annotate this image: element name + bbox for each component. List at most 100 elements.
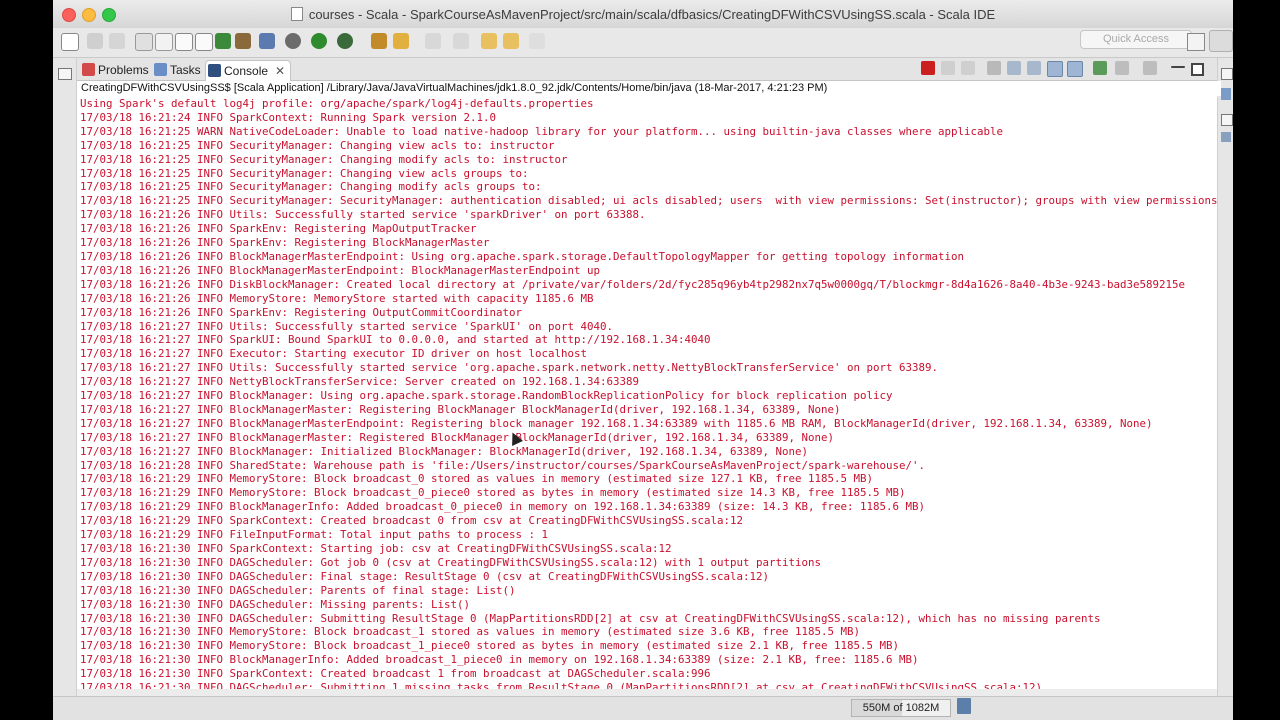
console-line: 17/03/18 16:21:27 INFO NettyBlockTransfe…	[80, 375, 640, 389]
remove-launch-icon[interactable]	[941, 61, 955, 75]
console-line: 17/03/18 16:21:27 INFO BlockManager: Ini…	[80, 444, 809, 458]
search-icon[interactable]	[393, 33, 409, 51]
console-line: 17/03/18 16:21:24 INFO SparkContext: Run…	[80, 110, 497, 124]
console-line: 17/03/18 16:21:25 INFO SecurityManager: …	[80, 194, 1217, 208]
clear-console-icon[interactable]	[987, 61, 1001, 75]
title-bar: courses - Scala - SparkCourseAsMavenProj…	[53, 0, 1233, 29]
quick-access-input[interactable]: Quick Access	[1080, 30, 1192, 49]
right-trim-bar	[1217, 58, 1233, 698]
console-line: 17/03/18 16:21:30 INFO SparkContext: Sta…	[80, 542, 672, 555]
console-line: 17/03/18 16:21:30 INFO BlockManagerInfo:…	[80, 653, 919, 667]
outline-icon[interactable]	[1221, 88, 1231, 100]
close-tab-icon[interactable]: ✕	[275, 61, 285, 81]
console-line: 17/03/18 16:21:27 INFO BlockManager: Usi…	[80, 389, 893, 403]
show-on-stdout-icon[interactable]	[1047, 61, 1063, 77]
heap-status[interactable]: 550M of 1082M	[851, 699, 951, 717]
restore-right-2-icon[interactable]	[1221, 114, 1233, 126]
run-garbage-collector-icon[interactable]	[957, 698, 971, 714]
new-icon[interactable]	[61, 33, 79, 51]
previous-annotation-icon[interactable]	[453, 33, 469, 51]
tab-console[interactable]: Console ✕	[205, 60, 292, 81]
next-annotation-icon[interactable]	[425, 33, 441, 51]
task-list-icon[interactable]	[1221, 132, 1231, 142]
scala-perspective-icon[interactable]	[1209, 30, 1233, 52]
console-line: 17/03/18 16:21:26 INFO Utils: Successful…	[80, 208, 646, 222]
console-line: 17/03/18 16:21:25 INFO SecurityManager: …	[80, 166, 529, 180]
save-icon[interactable]	[87, 33, 103, 51]
pin-console-icon[interactable]	[1093, 61, 1107, 75]
console-line: 17/03/18 16:21:26 INFO BlockManagerMaste…	[80, 249, 965, 263]
console-line: 17/03/18 16:21:27 INFO BlockManagerMaste…	[80, 416, 1153, 430]
console-icon	[208, 64, 221, 77]
restore-icon[interactable]	[58, 68, 72, 80]
console-line: 17/03/18 16:21:29 INFO FileInputFormat: …	[80, 528, 549, 542]
run-icon[interactable]	[311, 33, 327, 51]
console-output[interactable]: Using Spark's default log4j profile: org…	[77, 96, 1217, 689]
show-on-stderr-icon[interactable]	[1067, 61, 1083, 77]
heap-of: of	[893, 702, 903, 714]
restore-right-icon[interactable]	[1221, 68, 1233, 80]
word-wrap-icon[interactable]	[1027, 61, 1041, 75]
save-all-icon[interactable]	[109, 33, 125, 51]
console-scrollbar[interactable]	[1203, 96, 1213, 656]
document-icon	[290, 7, 303, 21]
console-line: 17/03/18 16:21:29 INFO MemoryStore: Bloc…	[80, 486, 906, 500]
console-text: Using Spark's default log4j profile: org…	[77, 96, 1217, 689]
tab-problems-label: Problems	[98, 63, 149, 77]
console-line: 17/03/18 16:21:27 INFO Utils: Successful…	[80, 361, 939, 375]
console-line: 17/03/18 16:21:30 INFO DAGScheduler: Sub…	[80, 611, 1101, 625]
console-line: 17/03/18 16:21:29 INFO BlockManagerInfo:…	[80, 500, 926, 514]
tab-problems[interactable]: Problems	[80, 60, 149, 80]
console-line: 17/03/18 16:21:27 INFO SparkUI: Bound Sp…	[80, 333, 711, 347]
tab-tasks[interactable]: Tasks	[152, 60, 201, 80]
scala-worksheet-icon[interactable]	[235, 33, 251, 51]
problems-icon	[82, 63, 95, 76]
console-line: Using Spark's default log4j profile: org…	[80, 97, 594, 110]
mark-occurrences-icon[interactable]	[155, 33, 173, 51]
console-line: 17/03/18 16:21:29 INFO SparkContext: Cre…	[80, 514, 744, 528]
console-line: 17/03/18 16:21:30 INFO DAGScheduler: Got…	[80, 555, 822, 569]
toggle-breadcrumb-icon[interactable]	[135, 33, 153, 51]
heap-total: 1082M	[905, 702, 940, 714]
new-scala-project-icon[interactable]	[215, 33, 231, 51]
display-selected-console-icon[interactable]	[1115, 61, 1129, 75]
tasks-icon	[154, 63, 167, 76]
left-trim-bar	[53, 58, 77, 698]
console-line: 17/03/18 16:21:29 INFO MemoryStore: Bloc…	[80, 472, 874, 486]
console-line: 17/03/18 16:21:27 INFO BlockManagerMaste…	[80, 430, 835, 444]
open-type-icon[interactable]	[371, 33, 387, 51]
console-line: 17/03/18 16:21:30 INFO SparkContext: Cre…	[80, 667, 711, 681]
open-console-icon[interactable]	[1143, 61, 1157, 75]
terminate-icon[interactable]	[921, 61, 935, 75]
console-line: 17/03/18 16:21:26 INFO BlockManagerMaste…	[80, 263, 601, 277]
console-line: 17/03/18 16:21:26 INFO SparkEnv: Registe…	[80, 222, 477, 236]
heap-used: 550M	[862, 702, 891, 714]
run-external-tools-icon[interactable]	[337, 33, 353, 51]
console-line: 17/03/18 16:21:26 INFO MemoryStore: Memo…	[80, 291, 594, 305]
tab-tasks-label: Tasks	[170, 63, 201, 77]
console-launch-description: CreatingDFWithCSVUsingSS$ [Scala Applica…	[77, 81, 1221, 97]
console-line: 17/03/18 16:21:28 INFO SharedState: Ware…	[80, 458, 926, 472]
block-selection-icon[interactable]	[195, 33, 213, 51]
console-line: 17/03/18 16:21:27 INFO Executor: Startin…	[80, 347, 588, 361]
console-line: 17/03/18 16:21:25 WARN NativeCodeLoader:…	[80, 124, 1004, 138]
console-line: 17/03/18 16:21:25 INFO SecurityManager: …	[80, 138, 555, 152]
console-line: 17/03/18 16:21:30 INFO DAGScheduler: Par…	[80, 583, 516, 597]
console-line: 17/03/18 16:21:26 INFO SparkEnv: Registe…	[80, 236, 490, 250]
open-perspective-icon[interactable]	[1187, 33, 1205, 51]
maximize-view-icon[interactable]	[1191, 63, 1204, 76]
console-line: 17/03/18 16:21:30 INFO DAGScheduler: Fin…	[80, 569, 770, 583]
last-edit-location-icon[interactable]	[481, 33, 497, 51]
scroll-lock-icon[interactable]	[1007, 61, 1021, 75]
console-line: 17/03/18 16:21:25 INFO SecurityManager: …	[80, 180, 542, 194]
console-line: 17/03/18 16:21:30 INFO MemoryStore: Bloc…	[80, 625, 861, 639]
console-line: 17/03/18 16:21:26 INFO DiskBlockManager:…	[80, 277, 1186, 291]
status-bar	[53, 696, 1233, 720]
minimize-view-icon[interactable]	[1171, 66, 1185, 68]
forward-icon[interactable]	[529, 33, 545, 51]
skip-breakpoints-icon[interactable]	[259, 33, 275, 51]
debug-icon[interactable]	[285, 33, 301, 51]
show-whitespace-icon[interactable]	[175, 33, 193, 51]
remove-all-launches-icon[interactable]	[961, 61, 975, 75]
back-icon[interactable]	[503, 33, 519, 51]
